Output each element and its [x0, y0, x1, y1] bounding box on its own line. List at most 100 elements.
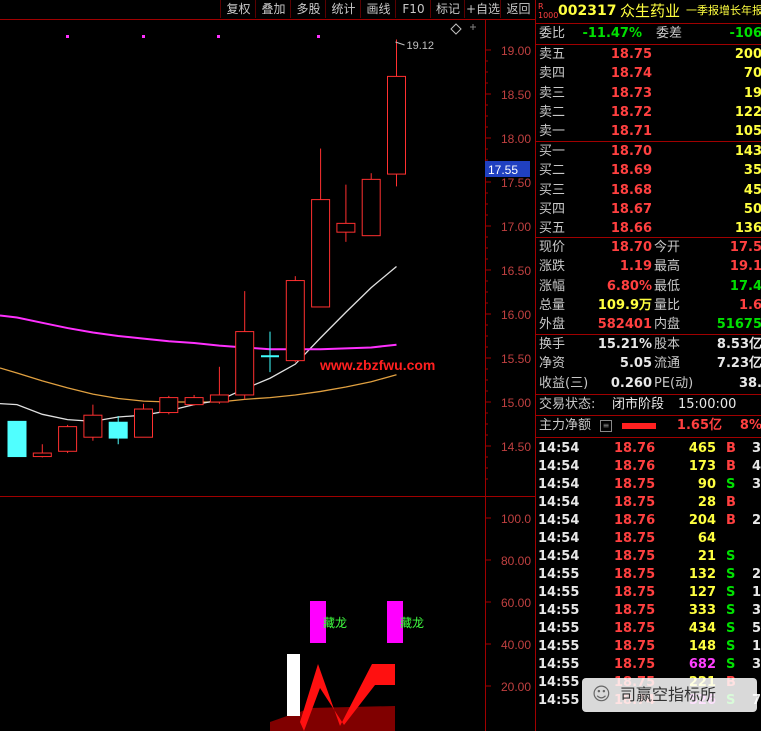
toolbar-button-4[interactable]: 画线 — [360, 0, 396, 18]
main-force-row[interactable]: 主力净额 ≡ 1.65亿 8% — [536, 417, 761, 435]
toolbar-button-6[interactable]: 标记 — [430, 0, 465, 18]
chart-toolbar: 复权 叠加 多股 统计 画线 F10 标记 +自选 返回 — [0, 0, 535, 19]
bid-row: 买四 18.67 50 — [536, 201, 761, 219]
marker-dot — [217, 35, 220, 38]
toolbar-button-2[interactable]: 多股 — [290, 0, 326, 18]
toolbar-button-0[interactable]: 复权 — [220, 0, 256, 18]
tick-count: 3 — [752, 603, 761, 618]
stat-row: 净资 5.05 流通 7.23亿 — [536, 355, 761, 373]
tick-time: 14:54 — [538, 459, 580, 474]
tick-time: 14:55 — [538, 675, 580, 690]
stat-label: 涨幅 — [539, 278, 566, 294]
toolbar-button-8[interactable]: 返回 — [500, 0, 536, 18]
tick-price: 18.76 — [614, 459, 656, 474]
tick-price: 18.76 — [614, 513, 656, 528]
divider — [536, 141, 761, 142]
tick-side: B — [726, 459, 736, 474]
toolbar-button-3[interactable]: 统计 — [325, 0, 361, 18]
stat-row: 收益(三) 0.260 PE(动) 38. — [536, 375, 761, 393]
marker-dot — [142, 35, 145, 38]
tick-time: 14:54 — [538, 513, 580, 528]
tick-side: S — [726, 567, 736, 582]
tick-price: 18.75 — [614, 567, 656, 582]
status-time: 15:00:00 — [678, 397, 737, 412]
candle-body — [7, 420, 27, 458]
tick-time: 14:55 — [538, 603, 580, 618]
y-tick-label: 16.00 — [501, 308, 531, 322]
divider — [536, 334, 761, 335]
tick-volume: 64 — [697, 531, 716, 546]
wechat-icon: ☺ — [592, 684, 611, 705]
quote-panel: R 1000 002317 众生药业 一季报增长年报 委比 -11.47% 委差 … — [535, 0, 761, 731]
tick-count: 1 — [752, 585, 761, 600]
ask-level-label: 卖一 — [539, 124, 566, 140]
stat-label: 外盘 — [539, 317, 566, 333]
candle-body — [58, 426, 78, 452]
bid-row: 买三 18.68 45 — [536, 182, 761, 200]
kline-chart[interactable]: 19.00 18.50 18.00 17.50 17.00 16.50 16.00 15.50… — [0, 0, 535, 731]
indicator-tag: 藏龙 — [400, 616, 424, 630]
list-icon[interactable]: ≡ — [600, 420, 612, 432]
toolbar-button-7[interactable]: +自选 — [464, 0, 501, 18]
trade-status: 交易状态: 闭市阶段 15:00:00 — [536, 396, 761, 414]
sub-y-tick-label: 100.0 — [501, 512, 531, 526]
tick-time: 14:55 — [538, 657, 580, 672]
divider — [536, 437, 761, 438]
status-value: 闭市阶段 — [612, 397, 665, 412]
y-tick-label: 17.00 — [501, 220, 531, 234]
stat-value: 51675 — [716, 317, 761, 333]
tick-volume: 173 — [688, 459, 716, 474]
tick-time: 14:54 — [538, 495, 580, 510]
candle-body — [285, 280, 305, 362]
sub-y-tick-label: 20.00 — [501, 680, 531, 694]
stat-label: 换手 — [539, 337, 566, 352]
ask-price: 18.75 — [610, 47, 652, 62]
y-tick-label: 15.00 — [501, 396, 531, 410]
tick-count: 3 — [752, 477, 761, 492]
y-tick-label: 18.50 — [501, 88, 531, 102]
bid-volume: 45 — [743, 182, 761, 198]
tick-volume: 148 — [688, 639, 716, 654]
tick-volume: 333 — [688, 603, 716, 618]
stock-code: 002317 — [558, 3, 617, 19]
tick-volume: 28 — [697, 495, 716, 510]
sub-y-tick-label: 80.00 — [501, 554, 531, 568]
stat-value: 582401 — [597, 317, 652, 333]
bid-row: 买五 18.66 136 — [536, 220, 761, 238]
toolbar-button-1[interactable]: 叠加 — [255, 0, 291, 18]
tick-volume: 132 — [688, 567, 716, 582]
stat-value: 7.23亿 — [716, 356, 761, 372]
tick-side: S — [726, 603, 736, 618]
stat-value: 6.80% — [606, 278, 652, 294]
marker-dot — [66, 35, 69, 38]
candle-body — [387, 75, 406, 175]
stat-value: 5.05 — [619, 356, 652, 372]
tick-side: B — [726, 495, 736, 510]
tick-side: S — [726, 639, 736, 654]
stat-value: 17.4 — [729, 278, 761, 294]
expand-icon[interactable] — [470, 24, 476, 30]
y-tick-label: 14.50 — [501, 440, 531, 454]
stat-label: 股本 — [654, 337, 681, 352]
tick-time: 14:55 — [538, 693, 580, 708]
stat-label: 最高 — [654, 259, 681, 275]
tick-side: B — [726, 441, 736, 456]
ask-level-label: 卖五 — [539, 47, 566, 62]
tick-side: S — [726, 549, 736, 564]
tick-volume: 21 — [697, 549, 716, 564]
ask-volume: 19 — [743, 85, 761, 101]
tick-count: 1 — [752, 639, 761, 654]
tick-row: 14:55 18.75 333 S 3 — [536, 602, 761, 620]
tick-time: 14:55 — [538, 639, 580, 654]
tick-row: 14:54 18.75 21 S — [536, 548, 761, 566]
tick-volume: 90 — [697, 477, 716, 492]
tick-row: 14:54 18.75 64 — [536, 530, 761, 548]
market-badge: R 1000 — [538, 2, 559, 20]
tick-count: 3 — [752, 441, 761, 456]
diamond-icon[interactable] — [450, 23, 462, 35]
candle-body — [108, 421, 128, 439]
stat-row: 外盘 582401 内盘 51675 — [536, 316, 761, 334]
toolbar-button-5[interactable]: F10 — [395, 0, 431, 18]
bid-volume: 136 — [734, 221, 761, 237]
ask-volume: 122 — [734, 104, 761, 120]
